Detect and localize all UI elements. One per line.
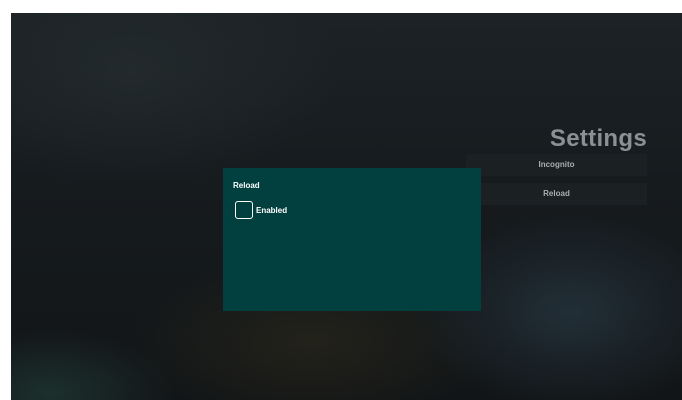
enabled-checkbox-label: Enabled — [256, 205, 288, 215]
dialog-title: Reload — [233, 181, 260, 190]
settings-title: Settings — [549, 125, 647, 152]
menu-item-reload[interactable]: Reload — [466, 183, 647, 205]
menu-item-incognito[interactable]: Incognito — [466, 154, 647, 176]
tv-screen: Settings Incognito Reload Reload Enabled — [11, 13, 682, 400]
enabled-checkbox-row[interactable]: Enabled — [235, 199, 287, 221]
reload-dialog: Reload Enabled — [223, 168, 481, 311]
enabled-checkbox[interactable] — [235, 201, 253, 219]
